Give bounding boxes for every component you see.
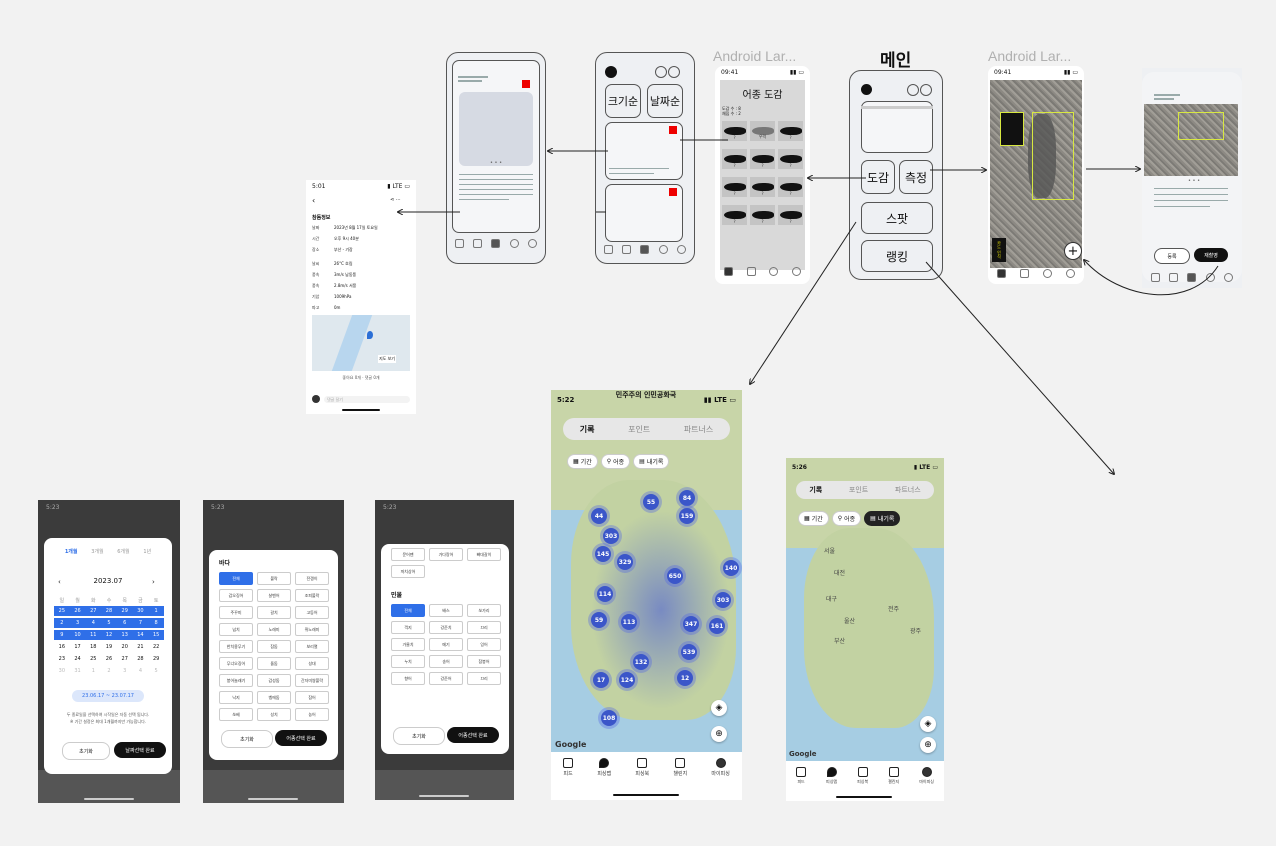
flow-arrows xyxy=(0,139,1219,846)
